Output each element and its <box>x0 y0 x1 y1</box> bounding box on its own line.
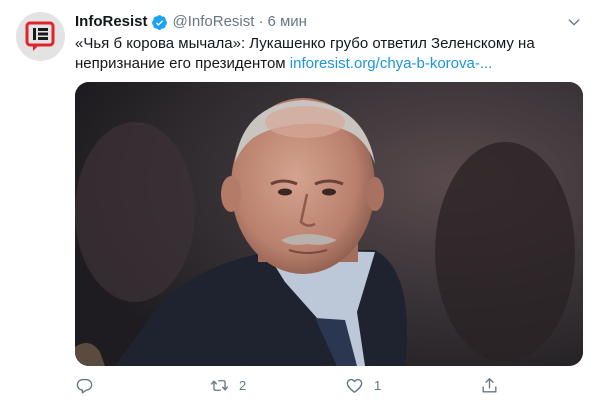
retweet-count: 2 <box>239 378 247 393</box>
tweet-link[interactable]: inforesist.org/chya-b-korova-... <box>290 55 493 72</box>
share-button[interactable] <box>480 376 499 395</box>
retweet-icon <box>210 380 229 391</box>
inforesist-logo-icon <box>25 21 54 51</box>
reply-icon <box>76 378 93 394</box>
tweet-text: «Чья б корова мычала»: Лукашенко грубо о… <box>75 34 575 74</box>
reply-button[interactable] <box>75 376 104 395</box>
display-name[interactable]: InfoResist <box>75 12 148 32</box>
tweet[interactable]: InfoResist @InfoResist · 6 мин «Чья б ко… <box>0 0 598 408</box>
avatar[interactable] <box>16 12 65 61</box>
tweet-header: InfoResist @InfoResist · 6 мин <box>75 12 307 32</box>
tweet-photo[interactable] <box>75 82 583 366</box>
like-count: 1 <box>374 378 382 393</box>
share-icon <box>482 378 497 393</box>
like-button[interactable]: 1 <box>345 376 381 395</box>
chevron-down-icon[interactable] <box>564 12 584 32</box>
heart-icon <box>346 378 363 393</box>
retweet-button[interactable]: 2 <box>210 376 246 395</box>
handle[interactable]: @InfoResist <box>173 12 255 32</box>
separator: · <box>258 13 264 30</box>
timestamp[interactable]: 6 мин <box>267 12 307 32</box>
tweet-actions: 2 1 <box>75 376 510 400</box>
portrait-photo <box>75 82 583 366</box>
verified-badge-icon <box>151 14 168 31</box>
